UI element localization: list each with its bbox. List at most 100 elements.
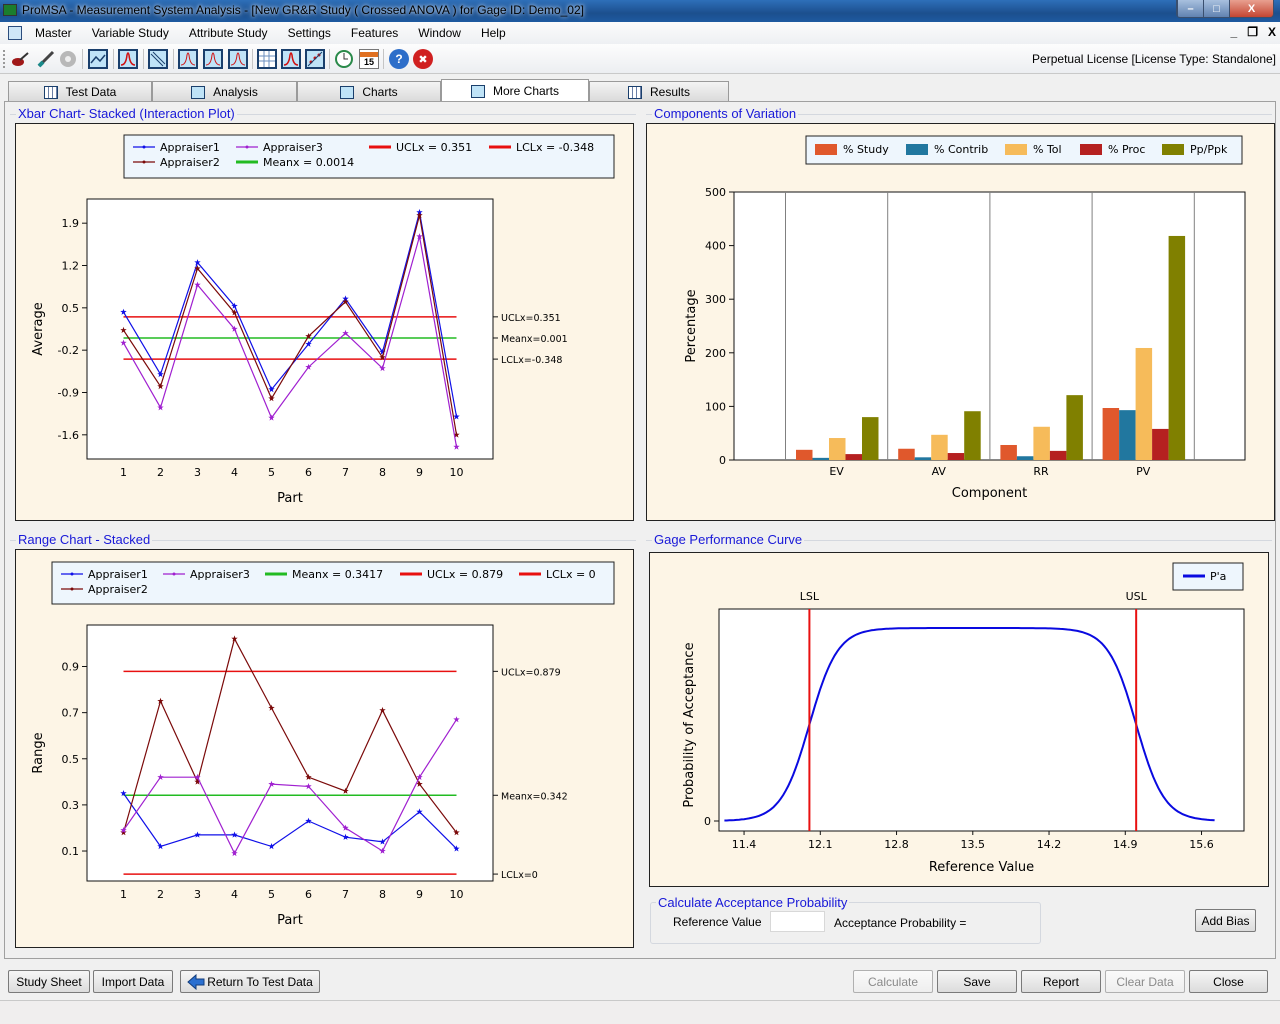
y-tick-label: 0.1	[62, 845, 80, 858]
y-axis-title: Probability of Acceptance	[682, 642, 697, 807]
x-tick-label: 14.9	[1113, 838, 1138, 851]
mdi-restore-button[interactable]: ❐	[1247, 25, 1258, 39]
legend-appraiser2-label: Appraiser2	[88, 583, 148, 596]
x-axis-title: Part	[277, 913, 303, 928]
attribute-n-icon[interactable]	[228, 49, 248, 69]
chart-icon	[470, 84, 485, 98]
scatter-icon[interactable]	[305, 49, 325, 69]
legend-appraiser2-marker	[70, 587, 74, 591]
y-tick-label: 1.9	[62, 217, 80, 230]
legend-mean-label: Meanx = 0.3417	[292, 568, 383, 581]
menu-settings[interactable]: Settings	[288, 26, 331, 40]
reference-value-input[interactable]	[770, 911, 825, 932]
bar-study-av	[898, 448, 915, 460]
lclx-right-label: LCLx=0	[501, 870, 538, 881]
menu-attribute-study[interactable]: Attribute Study	[189, 26, 268, 40]
legend-appraiser1-marker	[70, 572, 74, 576]
x-tick-label: 10	[450, 466, 464, 479]
calendar-icon[interactable]: 15	[359, 49, 379, 69]
x-tick-label: 2	[157, 466, 164, 479]
x-tick-label: 12.8	[884, 838, 909, 851]
x-tick-label: 9	[416, 888, 423, 901]
probe-icon[interactable]	[36, 49, 56, 69]
y-axis-title: Average	[31, 302, 46, 355]
menu-help[interactable]: Help	[481, 26, 506, 40]
close-button[interactable]: Close	[1189, 970, 1268, 993]
plot-area	[86, 624, 494, 882]
x-tick-label: 8	[379, 888, 386, 901]
bar-proc-pv	[1152, 428, 1169, 460]
bar-contrib-ev	[812, 457, 829, 460]
menu-window[interactable]: Window	[418, 26, 461, 40]
legend-contrib-swatch	[906, 144, 928, 155]
chart-icon	[191, 85, 206, 99]
tab-results[interactable]: Results	[589, 81, 729, 102]
tab-test-data[interactable]: Test Data	[8, 81, 152, 102]
bar-contrib-rr	[1016, 456, 1034, 460]
close-window-button[interactable]: X	[1229, 0, 1273, 17]
bar-tol-pv	[1135, 347, 1153, 460]
tab-label: More Charts	[492, 84, 560, 98]
calculate-button[interactable]: Calculate	[853, 970, 933, 993]
uclx-right-label: UCLx=0.351	[501, 313, 561, 324]
menu-variable-study[interactable]: Variable Study	[92, 26, 169, 40]
y-tick-label: 0.5	[62, 302, 80, 315]
x-tick-label: 14.2	[1037, 838, 1062, 851]
y-tick-label: -1.6	[58, 429, 79, 442]
y-tick-label: 0.7	[62, 707, 80, 720]
minimize-button[interactable]: –	[1177, 0, 1203, 17]
tab-more-charts[interactable]: More Charts	[441, 79, 589, 102]
report-button[interactable]: Report	[1021, 970, 1101, 993]
y-tick-label: 400	[705, 240, 726, 253]
bar-study-rr	[1000, 444, 1017, 460]
clock-icon[interactable]	[334, 49, 354, 69]
bar-ppk-ev	[862, 417, 879, 460]
return-to-test-data-button[interactable]: Return To Test Data	[180, 970, 320, 993]
menu-master[interactable]: Master	[35, 26, 72, 40]
return-to-test-data-label: Return To Test Data	[207, 974, 313, 989]
distribution-icon[interactable]	[118, 49, 138, 69]
tab-charts[interactable]: Charts	[297, 81, 441, 102]
linearity-icon[interactable]	[148, 49, 168, 69]
y-tick-label: -0.2	[58, 344, 79, 357]
save-button[interactable]: Save	[937, 970, 1017, 993]
settings-gear-icon[interactable]	[58, 49, 78, 69]
x-tick-label: 11.4	[732, 838, 757, 851]
range-chart-icon[interactable]	[88, 49, 108, 69]
plot-area	[86, 198, 494, 460]
clear-data-button[interactable]: Clear Data	[1105, 970, 1185, 993]
mdi-close-button[interactable]: X	[1268, 25, 1276, 39]
bar-proc-rr	[1049, 450, 1067, 460]
help-icon[interactable]: ?	[389, 49, 409, 69]
gage-icon[interactable]	[10, 49, 30, 69]
toolbar-separator	[143, 49, 144, 69]
attribute-r-icon[interactable]	[178, 49, 198, 69]
add-bias-button[interactable]: Add Bias	[1195, 909, 1256, 932]
mdi-document-icon[interactable]	[8, 26, 22, 40]
menu-features[interactable]: Features	[351, 26, 398, 40]
legend-mean-label: Meanx = 0.0014	[263, 156, 354, 169]
restore-button[interactable]: □	[1203, 0, 1229, 17]
exit-icon[interactable]: ✖	[413, 49, 433, 69]
x-tick-label: 4	[231, 466, 238, 479]
study-sheet-button[interactable]: Study Sheet	[8, 970, 90, 993]
toolbar-separator	[173, 49, 174, 69]
attribute-x-icon[interactable]	[203, 49, 223, 69]
import-data-button[interactable]: Import Data	[93, 970, 173, 993]
legend-ppk-label: Pp/Ppk	[1190, 143, 1228, 156]
legend-appraiser2-label: Appraiser2	[160, 156, 220, 169]
bar-tol-av	[931, 434, 948, 460]
tab-strip: Test Data Analysis Charts More Charts Re…	[8, 79, 729, 102]
legend-contrib-label: % Contrib	[934, 143, 988, 156]
legend-appraiser1-marker	[142, 145, 146, 149]
meanx-right-label: Meanx=0.001	[501, 334, 568, 345]
grid-table-icon[interactable]	[257, 49, 277, 69]
mdi-minimize-button[interactable]: _	[1231, 25, 1238, 39]
toolbar-grip[interactable]	[3, 50, 5, 68]
calendar-day: 15	[363, 56, 374, 67]
performance-curve-icon[interactable]	[281, 49, 301, 69]
y-tick-label: 500	[705, 186, 726, 199]
xbar-chart: Appraiser1 Appraiser3 UCLx = 0.351 LCLx = -…	[31, 134, 615, 506]
tab-analysis[interactable]: Analysis	[152, 81, 297, 102]
table-icon	[43, 85, 58, 99]
